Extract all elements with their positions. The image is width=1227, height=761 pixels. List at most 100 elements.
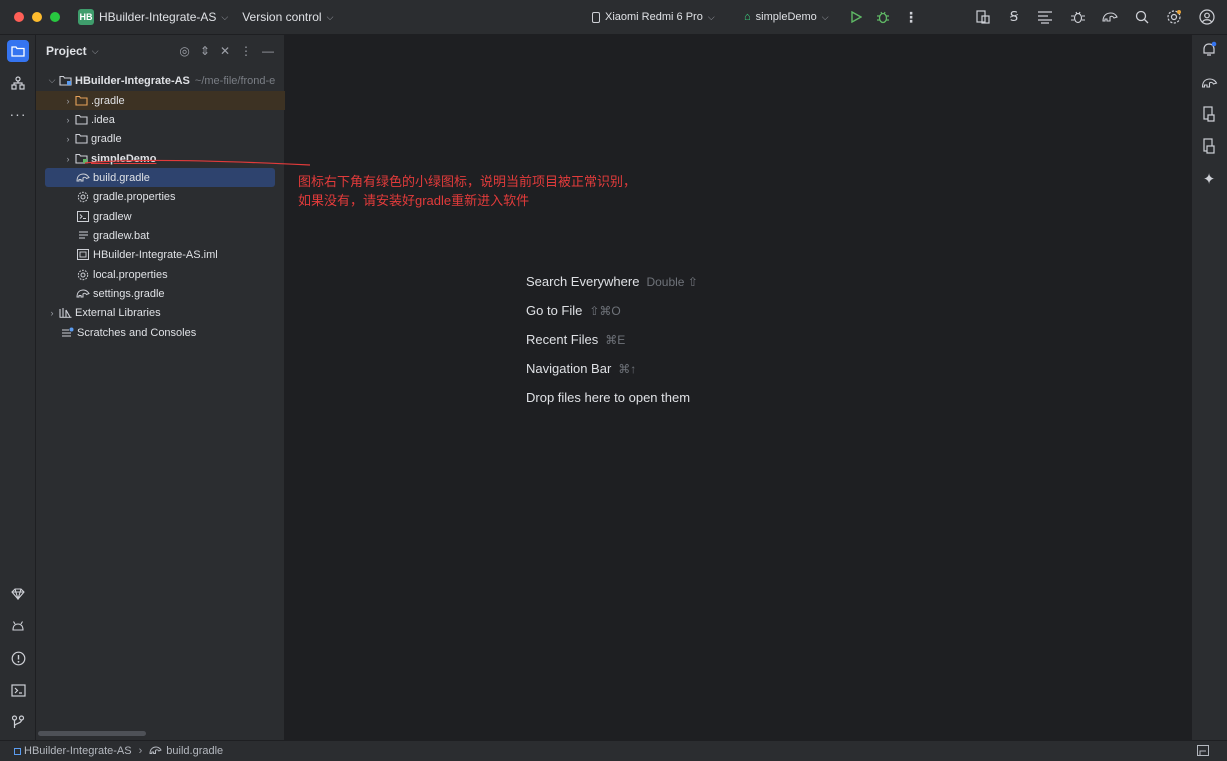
project-tool-button[interactable]	[7, 40, 29, 62]
android-icon: ⌂	[744, 11, 751, 23]
tree-item-label: External Libraries	[75, 306, 161, 319]
problems-icon[interactable]	[7, 647, 29, 669]
project-panel-header: Project ⌵ ◎ ⇕ ✕ ⋮ —	[36, 35, 284, 67]
more-tools-icon[interactable]: ···	[7, 103, 29, 125]
status-bar: HBuilder-Integrate-AS › build.gradle	[0, 740, 1227, 761]
locate-icon[interactable]: ◎	[179, 44, 189, 58]
tree-item-gradlew-bat[interactable]: gradlew.bat	[36, 226, 285, 245]
annotation-text: 图标右下角有绿色的小绿图标，说明当前项目被正常识别， 如果没有，请安装好grad…	[298, 172, 636, 210]
text-file-icon	[76, 230, 90, 242]
shell-script-icon	[76, 211, 90, 223]
settings-file-icon	[76, 269, 90, 281]
zoom-window-button[interactable]	[50, 12, 60, 22]
debug-icon[interactable]	[874, 8, 892, 26]
hint-search-everywhere: Search Everywhere Double ⇧	[526, 274, 698, 289]
folder-icon	[74, 133, 88, 145]
search-icon[interactable]	[1133, 8, 1151, 26]
tree-item-label: .gradle	[91, 94, 125, 107]
chevron-right-icon[interactable]: ›	[62, 154, 74, 164]
toggle-sidebar-icon[interactable]	[1197, 745, 1209, 759]
breadcrumb-separator-icon: ›	[138, 745, 143, 757]
tree-item-settings-gradle[interactable]: settings.gradle	[36, 284, 285, 303]
tree-item-local-properties[interactable]: local.properties	[36, 265, 285, 284]
tree-item-gradlew[interactable]: gradlew	[36, 207, 285, 226]
project-name: HBuilder-Integrate-AS	[99, 10, 217, 24]
chevron-right-icon[interactable]: ›	[62, 134, 74, 144]
tree-item-label: settings.gradle	[93, 287, 165, 300]
chevron-right-icon[interactable]: ›	[62, 96, 74, 106]
annotation-line-2: 如果没有，请安装好gradle重新进入软件	[298, 193, 530, 208]
options-icon[interactable]: ⋮	[240, 44, 252, 58]
vcs-menu[interactable]: Version control ⌵	[242, 10, 333, 24]
notifications-icon[interactable]	[1200, 40, 1218, 58]
tree-item-label: HBuilder-Integrate-AS.iml	[93, 248, 218, 261]
android-tool-icon[interactable]	[7, 615, 29, 637]
device-manager-icon[interactable]	[1200, 105, 1218, 123]
tree-item-label: build.gradle	[93, 171, 150, 184]
close-window-button[interactable]	[14, 12, 24, 22]
device-name: Xiaomi Redmi 6 Pro	[605, 11, 703, 23]
structure-icon[interactable]	[1036, 8, 1054, 26]
library-icon	[58, 307, 72, 319]
tree-item-label: gradlew	[93, 210, 132, 223]
run-config-selector[interactable]: ⌂ simpleDemo ⌵	[744, 11, 829, 23]
breadcrumb-file[interactable]: build.gradle	[166, 745, 223, 757]
sync-gradle-icon[interactable]	[974, 8, 992, 26]
git-icon[interactable]	[7, 711, 29, 733]
tree-item-label: gradle	[91, 132, 122, 145]
hint-label: Go to File	[526, 303, 583, 318]
tree-item-scratches[interactable]: Scratches and Consoles	[36, 323, 285, 342]
hint-shortcut: ⌘E	[605, 333, 626, 347]
terminal-icon[interactable]	[7, 679, 29, 701]
gradle-file-icon	[76, 288, 90, 300]
chevron-right-icon[interactable]: ›	[62, 115, 74, 125]
hide-panel-icon[interactable]: —	[262, 44, 274, 58]
tree-item-gradle-properties[interactable]: gradle.properties	[36, 187, 285, 206]
project-switcher[interactable]: HBuilder-Integrate-AS ⌵	[99, 10, 228, 24]
minimize-window-button[interactable]	[32, 12, 42, 22]
gradle-tool-icon[interactable]	[1200, 73, 1218, 91]
tree-item-external-libraries[interactable]: › External Libraries	[36, 303, 285, 322]
device-selector[interactable]: Xiaomi Redmi 6 Pro ⌵	[592, 11, 715, 23]
chevron-right-icon[interactable]: ›	[46, 308, 58, 318]
vcs-label: Version control	[242, 10, 322, 24]
horizontal-scrollbar[interactable]	[38, 731, 146, 736]
tree-item-gradle[interactable]: › gradle	[36, 129, 285, 148]
folder-icon	[74, 114, 88, 126]
chevron-down-icon[interactable]: ⌵	[46, 75, 58, 86]
hint-label: Navigation Bar	[526, 361, 612, 376]
chevron-down-icon[interactable]: ⌵	[92, 46, 99, 57]
bug-settings-icon[interactable]	[1069, 8, 1087, 26]
run-config-name: simpleDemo	[755, 11, 817, 23]
ai-assistant-icon[interactable]: ✦	[1200, 170, 1218, 188]
panel-title[interactable]: Project	[46, 44, 87, 58]
tree-item-root[interactable]: ⌵ HBuilder-Integrate-AS ~/me-file/frond-…	[36, 71, 285, 90]
project-badge: HB	[78, 9, 94, 25]
annotation-line-1: 图标右下角有绿色的小绿图标，说明当前项目被正常识别，	[298, 174, 637, 189]
gem-icon[interactable]	[7, 583, 29, 605]
translate-icon[interactable]: Ꞩ	[1005, 8, 1023, 26]
account-icon[interactable]	[1198, 8, 1216, 26]
hint-label: Drop files here to open them	[526, 390, 691, 405]
hint-label: Recent Files	[526, 332, 599, 347]
right-tool-strip: ✦	[1191, 35, 1227, 740]
tree-item-dot-gradle[interactable]: › .gradle	[36, 91, 285, 110]
tree-item-label: Scratches and Consoles	[77, 326, 197, 339]
gradle-elephant-icon[interactable]	[1101, 8, 1119, 26]
chevron-down-icon: ⌵	[821, 11, 829, 22]
project-panel: Project ⌵ ◎ ⇕ ✕ ⋮ — ⌵ HBuilder-Integrate…	[36, 35, 285, 740]
more-actions-icon[interactable]: ⋮	[902, 8, 920, 26]
device-icon	[592, 11, 600, 23]
annotation-arrow-line	[84, 159, 311, 166]
running-devices-icon[interactable]	[1200, 137, 1218, 155]
expand-all-icon[interactable]: ⇕	[200, 44, 210, 58]
settings-gear-icon[interactable]	[1165, 8, 1183, 26]
run-icon[interactable]	[847, 8, 865, 26]
hint-shortcut: ⌘↑	[618, 362, 637, 376]
tree-item-idea[interactable]: › .idea	[36, 110, 285, 129]
breadcrumb-project[interactable]: HBuilder-Integrate-AS	[24, 745, 132, 757]
collapse-all-icon[interactable]: ✕	[220, 44, 230, 58]
vcs-tool-icon[interactable]	[7, 72, 29, 94]
tree-item-iml[interactable]: HBuilder-Integrate-AS.iml	[36, 245, 285, 264]
tree-item-label: HBuilder-Integrate-AS	[75, 74, 190, 87]
